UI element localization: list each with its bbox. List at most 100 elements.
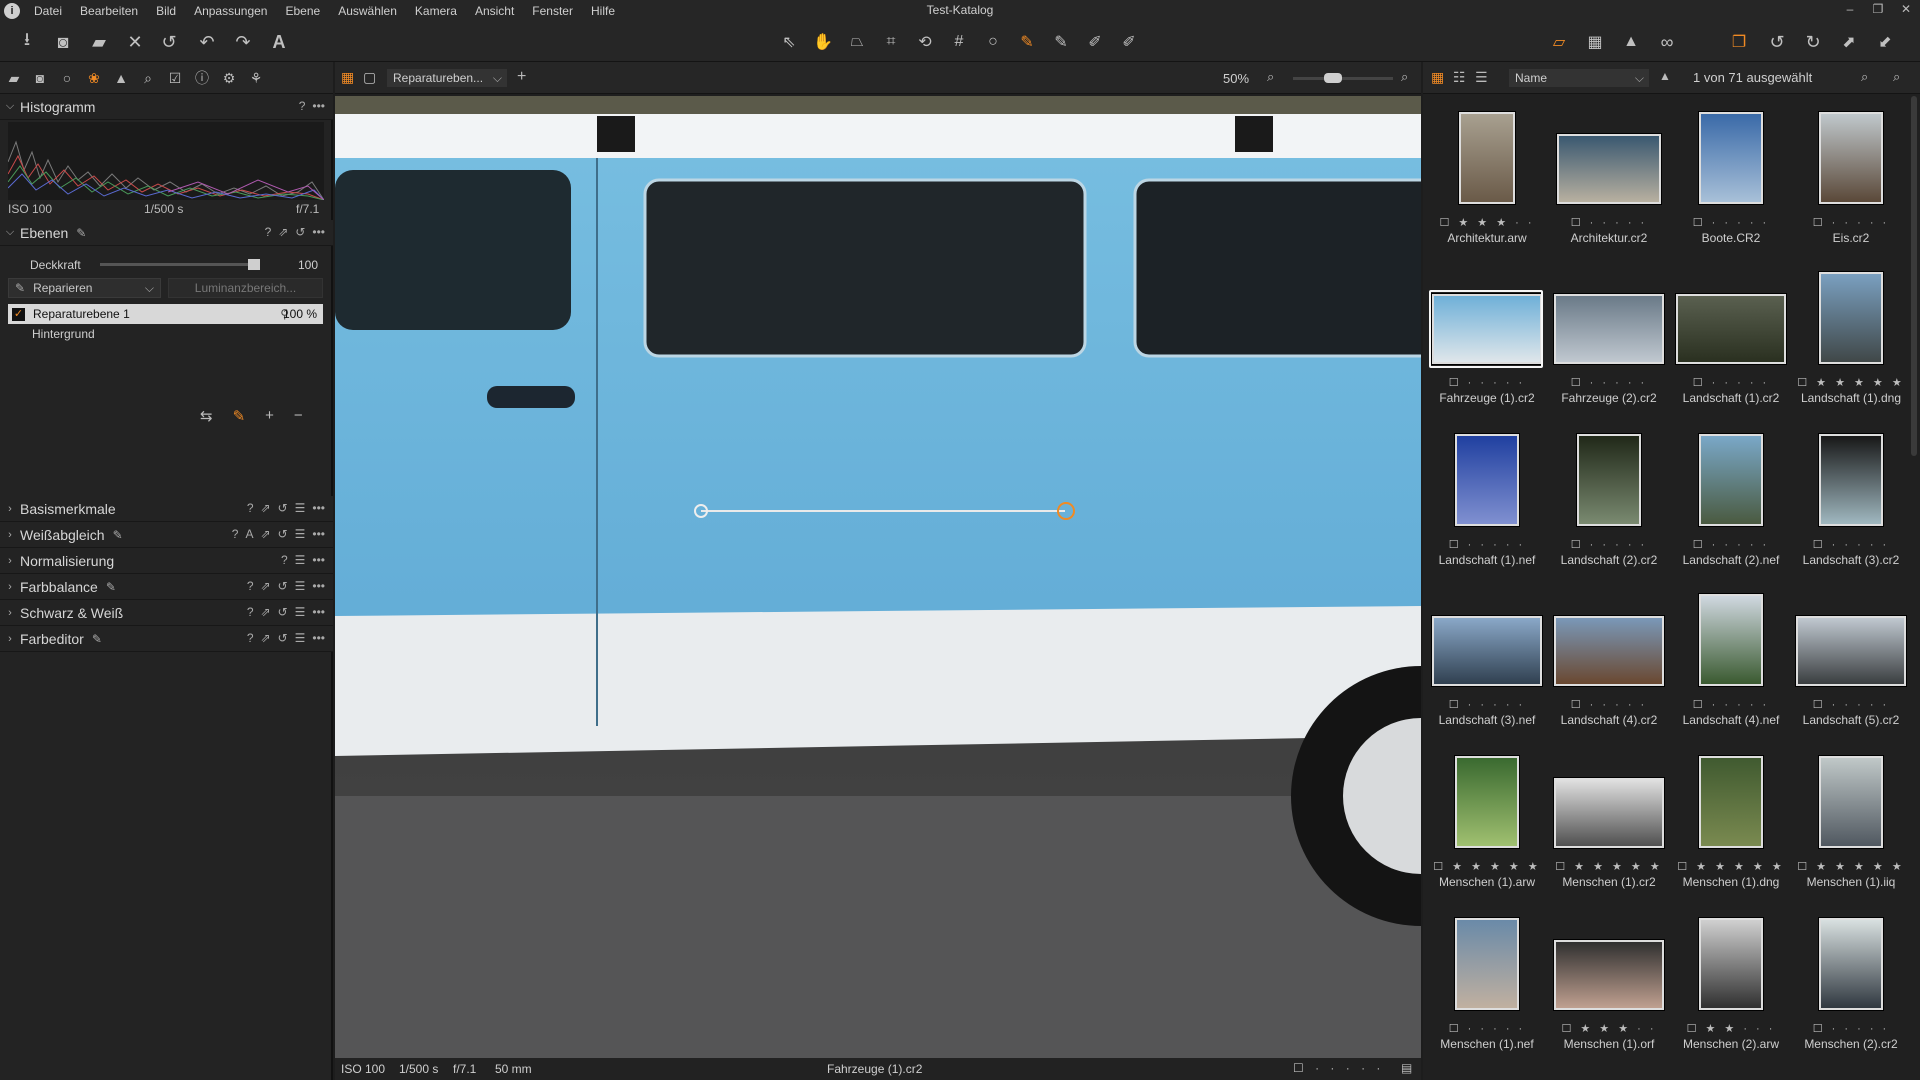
add-layer-icon[interactable]: + — [265, 407, 274, 425]
opacity-slider-handle[interactable] — [248, 259, 260, 270]
picker-icon[interactable]: ✎ — [113, 528, 123, 542]
thumbnail-rating[interactable]: ☐ · · · · · — [1671, 376, 1791, 389]
thumbnail-image[interactable] — [1796, 616, 1906, 686]
menu-bild[interactable]: Bild — [156, 4, 176, 18]
thumbnail[interactable]: ☐ ★ ★ ★ ★ ★ Menschen (1).dng — [1671, 738, 1791, 898]
thumbnail-rating[interactable]: ☐ ★ ★ ★ ★ ★ — [1671, 860, 1791, 873]
thumbnail-image[interactable] — [1432, 616, 1542, 686]
help-icon[interactable]: ? — [281, 553, 288, 567]
auto-icon[interactable]: A — [245, 527, 253, 541]
exposure-warning-icon[interactable]: ▲ — [1618, 30, 1644, 54]
thumbnail-image[interactable] — [1699, 434, 1763, 526]
thumbnail-image[interactable] — [1819, 918, 1883, 1010]
thumbnail[interactable]: ☐ · · · · · Architektur.cr2 — [1549, 94, 1669, 254]
thumbnail-rating[interactable]: ☐ ★ ★ ★ · · — [1549, 1022, 1669, 1035]
thumbnail-image[interactable] — [1699, 112, 1763, 204]
more-icon[interactable]: ••• — [312, 501, 325, 515]
details-tab-icon[interactable]: ⌕ — [138, 68, 158, 88]
grid-tool-icon[interactable]: # — [946, 30, 972, 54]
presets-icon[interactable]: ☰ — [295, 553, 306, 567]
more-icon[interactable]: ••• — [312, 579, 325, 593]
search-icon[interactable]: ⌕ — [1893, 69, 1900, 85]
zoom-slider-handle[interactable] — [1324, 73, 1342, 83]
help-icon[interactable]: ? — [247, 631, 254, 645]
opacity-value[interactable]: 100 — [298, 258, 318, 272]
thumbnail-image[interactable] — [1557, 134, 1661, 204]
thumbnail[interactable]: ☐ · · · · · Landschaft (4).cr2 — [1549, 576, 1669, 736]
close-window-button[interactable]: ✕ — [1894, 2, 1918, 20]
more-icon[interactable]: ••• — [312, 553, 325, 567]
thumbnail-image[interactable] — [1676, 294, 1786, 364]
single-view-icon[interactable]: ▢ — [363, 69, 376, 86]
menu-datei[interactable]: Datei — [34, 4, 62, 18]
thumbnail[interactable]: ☐ · · · · · Landschaft (3).nef — [1427, 576, 1547, 736]
browser-scrollbar[interactable] — [1911, 96, 1917, 456]
layer-dropdown[interactable]: Reparatureben... ⌵ — [387, 69, 507, 87]
apply-icon[interactable]: ⬋ — [1872, 30, 1898, 54]
thumbnail[interactable]: ☐ ★ ★ ★ · · Architektur.arw — [1427, 94, 1547, 254]
sort-dropdown[interactable]: Name ⌵ — [1509, 69, 1649, 87]
thumbnail-rating[interactable]: ☐ · · · · · — [1791, 698, 1911, 711]
thumbnail-rating[interactable]: ☐ · · · · · — [1549, 698, 1669, 711]
keystone-tool-icon[interactable]: ⏢ — [844, 30, 870, 54]
thumbnail-image[interactable] — [1577, 434, 1641, 526]
presets-icon[interactable]: ☰ — [295, 501, 306, 515]
lens-tab-icon[interactable]: ○ — [57, 68, 77, 88]
delete-icon[interactable]: ✕ — [122, 30, 148, 54]
thumbnail-rating[interactable]: ☐ · · · · · — [1427, 376, 1547, 389]
opacity-slider[interactable] — [100, 259, 260, 270]
thumbnail[interactable]: ☐ · · · · · Landschaft (2).nef — [1671, 416, 1791, 576]
text-tool-icon[interactable]: A — [266, 30, 292, 54]
thumbnail-rating[interactable]: ☐ · · · · · — [1427, 1022, 1547, 1035]
swap-icon[interactable]: ⇆ — [200, 407, 213, 425]
sort-direction-icon[interactable]: ▲ — [1659, 69, 1671, 83]
eraser-tool-icon[interactable]: ✐ — [1082, 30, 1108, 54]
layer-visible-checkbox[interactable]: ✓ — [12, 307, 25, 321]
thumbnail-image[interactable] — [1459, 112, 1515, 204]
exposure-tab-icon[interactable]: ▲ — [111, 68, 131, 88]
thumbnail-rating[interactable]: ☐ ★ ★ ★ ★ ★ — [1549, 860, 1669, 873]
thumbnail-image[interactable] — [1819, 756, 1883, 848]
help-icon[interactable]: ? — [247, 579, 254, 593]
thumbnail-image[interactable] — [1699, 756, 1763, 848]
grid-overlay-icon[interactable]: ▦ — [1582, 30, 1608, 54]
tool-schwarz-weiss[interactable]: › Schwarz & Weiß ? ⇗ ↺ ☰ ••• — [0, 600, 333, 626]
thumbnail-image[interactable] — [1699, 594, 1763, 686]
folder-icon[interactable]: ▰ — [86, 30, 112, 54]
thumbnail[interactable]: ☐ ★ ★ ★ ★ ★ Menschen (1).iiq — [1791, 738, 1911, 898]
proof-view-icon[interactable]: ∞ — [1654, 30, 1680, 54]
thumbnail-rating[interactable]: ☐ · · · · · — [1549, 538, 1669, 551]
batch-tab-icon[interactable]: ⚘ — [246, 68, 266, 88]
menu-auswaehlen[interactable]: Auswählen — [338, 4, 397, 18]
brush-tool-icon[interactable]: ✎ — [1014, 30, 1040, 54]
brush-icon[interactable]: ✎ — [233, 407, 246, 425]
thumbnail[interactable]: ☐ · · · · · Boote.CR2 — [1671, 94, 1791, 254]
help-icon[interactable]: ? — [232, 527, 239, 541]
layer-mode-select[interactable]: ✎ Reparieren ⌵ — [8, 278, 161, 298]
thumbnail[interactable]: ☐ · · · · · Landschaft (4).nef — [1671, 576, 1791, 736]
photo-canvas[interactable] — [335, 96, 1421, 1058]
menu-fenster[interactable]: Fenster — [532, 4, 573, 18]
menu-anpassungen[interactable]: Anpassungen — [194, 4, 267, 18]
export-icon[interactable]: ⬈ — [1836, 30, 1862, 54]
thumbnail-rating[interactable]: ☐ ★ ★ ★ ★ ★ — [1791, 376, 1911, 389]
thumbnail[interactable]: ☐ · · · · · Landschaft (1).cr2 — [1671, 254, 1791, 414]
pin-icon[interactable]: ⇗ — [278, 225, 288, 239]
pin-icon[interactable]: ⇗ — [261, 631, 271, 645]
edit-mode-icon[interactable]: ▱ — [1546, 30, 1572, 54]
thumbnail[interactable]: ☐ ★ ★ ★ ★ ★ Menschen (1).cr2 — [1549, 738, 1669, 898]
thumbnail-rating[interactable]: ☐ · · · · · — [1791, 538, 1911, 551]
remove-layer-icon[interactable]: − — [294, 407, 303, 425]
thumbnail[interactable]: ☐ · · · · · Fahrzeuge (1).cr2 — [1427, 254, 1547, 414]
capture-icon[interactable]: ◙ — [50, 30, 76, 54]
library-tab-icon[interactable]: ▰ — [4, 68, 24, 88]
presets-icon[interactable]: ☰ — [295, 605, 306, 619]
thumbnail[interactable]: ☐ ★ ★ ★ ★ ★ Landschaft (1).dng — [1791, 254, 1911, 414]
thumbnail-rating[interactable]: ☐ · · · · · — [1427, 538, 1547, 551]
zoom-slider[interactable] — [1293, 73, 1393, 83]
reset-icon[interactable]: ↺ — [278, 605, 288, 619]
help-icon[interactable]: ? — [247, 605, 254, 619]
thumbnail[interactable]: ☐ · · · · · Menschen (2).cr2 — [1791, 900, 1911, 1060]
picker-icon[interactable]: ✎ — [106, 580, 116, 594]
more-icon[interactable]: ••• — [312, 631, 325, 645]
